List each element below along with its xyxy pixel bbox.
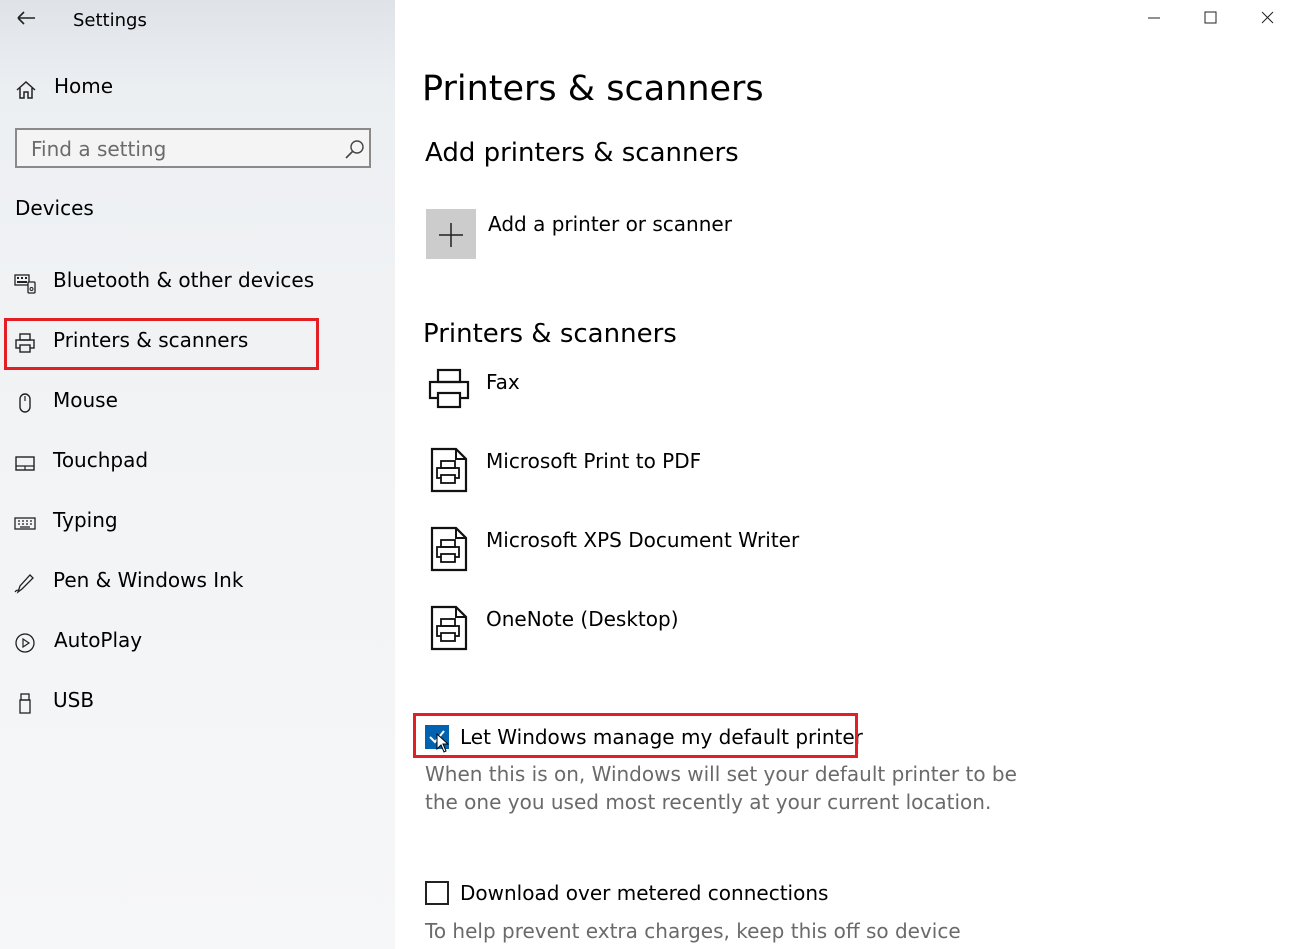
- document-printer-icon: [430, 447, 468, 493]
- default-printer-description: When this is on, Windows will set your d…: [425, 760, 1045, 816]
- printer-name: OneNote (Desktop): [486, 607, 679, 631]
- sidebar-item-label: AutoPlay: [54, 628, 143, 652]
- printer-name: Microsoft Print to PDF: [486, 449, 702, 473]
- minimize-button[interactable]: [1126, 0, 1182, 36]
- sidebar-item-mouse[interactable]: Mouse: [0, 378, 395, 428]
- keyboard-icon: [14, 517, 36, 530]
- usb-icon: [19, 693, 31, 714]
- section-title: Devices: [15, 196, 94, 220]
- description-line: When this is on, Windows will set your d…: [425, 762, 1017, 786]
- sidebar-item-touchpad[interactable]: Touchpad: [0, 438, 395, 488]
- add-printer-button[interactable]: Add a printer or scanner: [426, 208, 746, 260]
- sidebar-item-pen-windows-ink[interactable]: Pen & Windows Ink: [0, 558, 395, 608]
- search-icon[interactable]: [344, 139, 366, 161]
- add-section-title: Add printers & scanners: [425, 138, 739, 168]
- add-tile: [426, 209, 476, 259]
- home-icon: [16, 80, 36, 99]
- back-arrow-icon: [17, 11, 35, 25]
- sidebar-item-label: Home: [54, 74, 114, 98]
- printer-icon: [428, 368, 470, 409]
- sidebar-item-usb[interactable]: USB: [0, 678, 395, 728]
- search-input[interactable]: [31, 135, 331, 163]
- back-button[interactable]: [8, 4, 44, 32]
- plus-icon: [439, 223, 463, 247]
- bluetooth-devices-icon: [14, 274, 36, 294]
- sidebar-item-label: Touchpad: [53, 448, 149, 472]
- page-title: Printers & scanners: [422, 69, 764, 109]
- sidebar-item-label: Typing: [53, 508, 118, 532]
- sidebar-item-label: Mouse: [53, 388, 118, 412]
- sidebar: Settings Home Devices Bluetooth & other …: [0, 0, 395, 949]
- printer-item-fax[interactable]: Fax: [426, 366, 926, 418]
- search-box: [15, 128, 371, 168]
- close-icon: [1261, 11, 1274, 24]
- pen-icon: [14, 574, 34, 594]
- printer-name: Fax: [486, 370, 520, 394]
- metered-label: Download over metered connections: [460, 881, 829, 905]
- metered-checkbox[interactable]: [425, 881, 449, 905]
- mouse-icon: [19, 393, 31, 413]
- autoplay-icon: [15, 633, 35, 653]
- printer-item-print-to-pdf[interactable]: Microsoft Print to PDF: [426, 445, 926, 497]
- sidebar-item-typing[interactable]: Typing: [0, 498, 395, 548]
- metered-setting[interactable]: Download over metered connections: [425, 879, 845, 913]
- sidebar-item-label: USB: [53, 688, 95, 712]
- document-printer-icon: [430, 526, 468, 572]
- printer-name: Microsoft XPS Document Writer: [486, 528, 800, 552]
- description-line: To help prevent extra charges, keep this…: [425, 919, 961, 943]
- sidebar-item-label: Pen & Windows Ink: [53, 568, 244, 592]
- maximize-button[interactable]: [1182, 0, 1238, 36]
- sidebar-item-label: Bluetooth & other devices: [53, 268, 315, 292]
- sidebar-item-bluetooth[interactable]: Bluetooth & other devices: [0, 258, 395, 308]
- metered-description: To help prevent extra charges, keep this…: [425, 917, 1045, 945]
- close-button[interactable]: [1238, 0, 1291, 36]
- sidebar-item-autoplay[interactable]: AutoPlay: [0, 618, 395, 668]
- touchpad-icon: [15, 456, 35, 471]
- list-section-title: Printers & scanners: [423, 319, 677, 349]
- description-line: the one you used most recently at your c…: [425, 790, 992, 814]
- minimize-icon: [1148, 17, 1160, 19]
- highlight-box: [4, 318, 319, 370]
- sidebar-item-home[interactable]: Home: [0, 64, 395, 114]
- maximize-icon: [1204, 11, 1217, 24]
- window-title: Settings: [73, 10, 147, 31]
- highlight-box: [413, 713, 858, 758]
- document-printer-icon: [430, 605, 468, 651]
- add-printer-label: Add a printer or scanner: [488, 212, 732, 236]
- printer-item-onenote[interactable]: OneNote (Desktop): [426, 603, 926, 655]
- printer-item-xps-writer[interactable]: Microsoft XPS Document Writer: [426, 524, 926, 576]
